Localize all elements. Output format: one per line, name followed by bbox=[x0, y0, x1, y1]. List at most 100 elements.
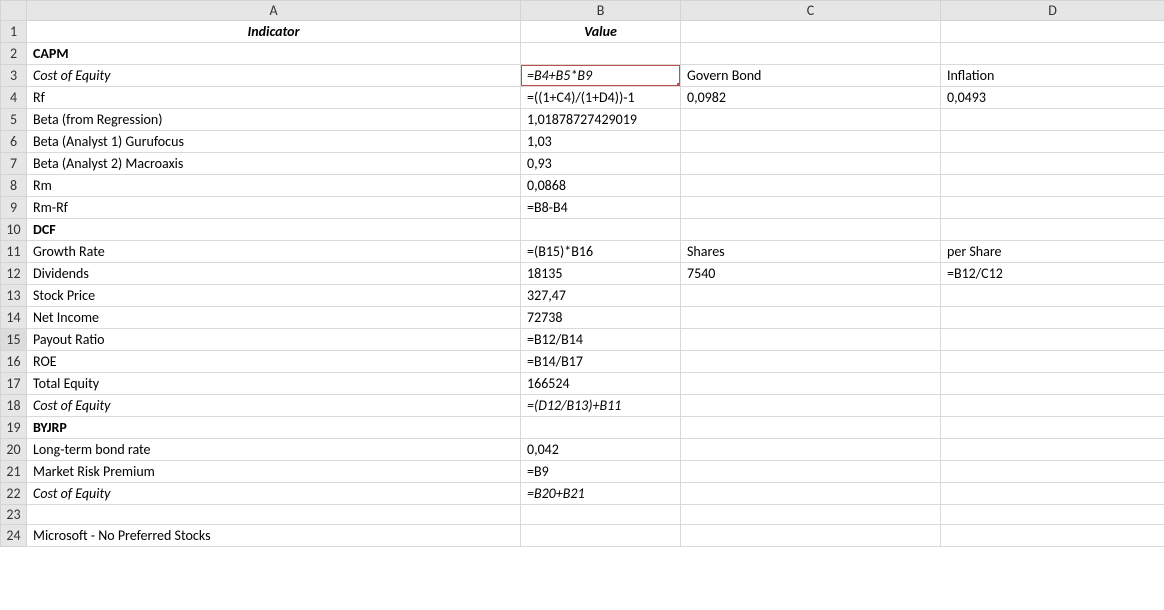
row-header[interactable]: 3 bbox=[1, 65, 27, 87]
cell-B16[interactable]: =B14/B17 bbox=[521, 351, 681, 373]
cell-C7[interactable] bbox=[681, 153, 941, 175]
row-header[interactable]: 18 bbox=[1, 395, 27, 417]
cell-C13[interactable] bbox=[681, 285, 941, 307]
cell-A16[interactable]: ROE bbox=[27, 351, 521, 373]
cell-B17[interactable]: 166524 bbox=[521, 373, 681, 395]
row-header[interactable]: 2 bbox=[1, 43, 27, 65]
cell-D19[interactable] bbox=[941, 417, 1164, 439]
cell-B23[interactable] bbox=[521, 505, 681, 525]
cell-A14[interactable]: Net Income bbox=[27, 307, 521, 329]
cell-D16[interactable] bbox=[941, 351, 1164, 373]
row-header[interactable]: 12 bbox=[1, 263, 27, 285]
cell-C12[interactable]: 7540 bbox=[681, 263, 941, 285]
cell-A12[interactable]: Dividends bbox=[27, 263, 521, 285]
row-header[interactable]: 24 bbox=[1, 525, 27, 547]
cell-A22[interactable]: Cost of Equity bbox=[27, 483, 521, 505]
cell-C24[interactable] bbox=[681, 525, 941, 547]
cell-C10[interactable] bbox=[681, 219, 941, 241]
cell-A1[interactable]: Indicator bbox=[27, 21, 521, 43]
row-header[interactable]: 16 bbox=[1, 351, 27, 373]
cell-D2[interactable] bbox=[941, 43, 1164, 65]
row-header[interactable]: 20 bbox=[1, 439, 27, 461]
cell-B22[interactable]: =B20+B21 bbox=[521, 483, 681, 505]
row-header[interactable]: 6 bbox=[1, 131, 27, 153]
cell-B13[interactable]: 327,47 bbox=[521, 285, 681, 307]
cell-D18[interactable] bbox=[941, 395, 1164, 417]
cell-B19[interactable] bbox=[521, 417, 681, 439]
cell-A8[interactable]: Rm bbox=[27, 175, 521, 197]
cell-D6[interactable] bbox=[941, 131, 1164, 153]
cell-D4[interactable]: 0,0493 bbox=[941, 87, 1164, 109]
cell-D24[interactable] bbox=[941, 525, 1164, 547]
spreadsheet[interactable]: A B C D 1IndicatorValue2CAPM3Cost of Equ… bbox=[0, 0, 1164, 547]
cell-D20[interactable] bbox=[941, 439, 1164, 461]
col-header-D[interactable]: D bbox=[941, 1, 1164, 21]
cell-C23[interactable] bbox=[681, 505, 941, 525]
cell-A19[interactable]: BYJRP bbox=[27, 417, 521, 439]
cell-B14[interactable]: 72738 bbox=[521, 307, 681, 329]
cell-B12[interactable]: 18135 bbox=[521, 263, 681, 285]
cell-D3[interactable]: Inflation bbox=[941, 65, 1164, 87]
cell-A21[interactable]: Market Risk Premium bbox=[27, 461, 521, 483]
row-header[interactable]: 23 bbox=[1, 505, 27, 525]
cell-D1[interactable] bbox=[941, 21, 1164, 43]
cell-C16[interactable] bbox=[681, 351, 941, 373]
row-header[interactable]: 13 bbox=[1, 285, 27, 307]
row-header[interactable]: 1 bbox=[1, 21, 27, 43]
row-header[interactable]: 8 bbox=[1, 175, 27, 197]
cell-D23[interactable] bbox=[941, 505, 1164, 525]
cell-B4[interactable]: =((1+C4)/(1+D4))-1 bbox=[521, 87, 681, 109]
row-header[interactable]: 21 bbox=[1, 461, 27, 483]
cell-B21[interactable]: =B9 bbox=[521, 461, 681, 483]
cell-B6[interactable]: 1,03 bbox=[521, 131, 681, 153]
cell-A24[interactable]: Microsoft - No Preferred Stocks bbox=[27, 525, 521, 547]
cell-D13[interactable] bbox=[941, 285, 1164, 307]
cell-B11[interactable]: =(B15)*B16 bbox=[521, 241, 681, 263]
cell-A10[interactable]: DCF bbox=[27, 219, 521, 241]
cell-C21[interactable] bbox=[681, 461, 941, 483]
cell-D14[interactable] bbox=[941, 307, 1164, 329]
col-header-B[interactable]: B bbox=[521, 1, 681, 21]
col-header-C[interactable]: C bbox=[681, 1, 941, 21]
row-header[interactable]: 4 bbox=[1, 87, 27, 109]
row-header[interactable]: 5 bbox=[1, 109, 27, 131]
cell-D21[interactable] bbox=[941, 461, 1164, 483]
cell-A11[interactable]: Growth Rate bbox=[27, 241, 521, 263]
fill-handle[interactable] bbox=[676, 82, 681, 87]
cell-C20[interactable] bbox=[681, 439, 941, 461]
cell-C5[interactable] bbox=[681, 109, 941, 131]
cell-C3[interactable]: Govern Bond bbox=[681, 65, 941, 87]
row-header[interactable]: 19 bbox=[1, 417, 27, 439]
cell-B18[interactable]: =(D12/B13)+B11 bbox=[521, 395, 681, 417]
cell-B20[interactable]: 0,042 bbox=[521, 439, 681, 461]
cell-B15[interactable]: =B12/B14 bbox=[521, 329, 681, 351]
cell-C15[interactable] bbox=[681, 329, 941, 351]
cell-C22[interactable] bbox=[681, 483, 941, 505]
cell-D22[interactable] bbox=[941, 483, 1164, 505]
cell-D10[interactable] bbox=[941, 219, 1164, 241]
cell-A3[interactable]: Cost of Equity bbox=[27, 65, 521, 87]
cell-B2[interactable] bbox=[521, 43, 681, 65]
cell-B10[interactable] bbox=[521, 219, 681, 241]
cell-B24[interactable] bbox=[521, 525, 681, 547]
cell-A2[interactable]: CAPM bbox=[27, 43, 521, 65]
row-header[interactable]: 14 bbox=[1, 307, 27, 329]
cell-A13[interactable]: Stock Price bbox=[27, 285, 521, 307]
cell-A18[interactable]: Cost of Equity bbox=[27, 395, 521, 417]
cell-B9[interactable]: =B8-B4 bbox=[521, 197, 681, 219]
col-header-A[interactable]: A bbox=[27, 1, 521, 21]
cell-A15[interactable]: Payout Ratio bbox=[27, 329, 521, 351]
cell-A5[interactable]: Beta (from Regression) bbox=[27, 109, 521, 131]
cell-C8[interactable] bbox=[681, 175, 941, 197]
row-header[interactable]: 22 bbox=[1, 483, 27, 505]
cell-C17[interactable] bbox=[681, 373, 941, 395]
row-header[interactable]: 17 bbox=[1, 373, 27, 395]
cell-C4[interactable]: 0,0982 bbox=[681, 87, 941, 109]
row-header[interactable]: 11 bbox=[1, 241, 27, 263]
cell-C14[interactable] bbox=[681, 307, 941, 329]
cell-D17[interactable] bbox=[941, 373, 1164, 395]
cell-C11[interactable]: Shares bbox=[681, 241, 941, 263]
row-header[interactable]: 7 bbox=[1, 153, 27, 175]
cell-B1[interactable]: Value bbox=[521, 21, 681, 43]
cell-C1[interactable] bbox=[681, 21, 941, 43]
